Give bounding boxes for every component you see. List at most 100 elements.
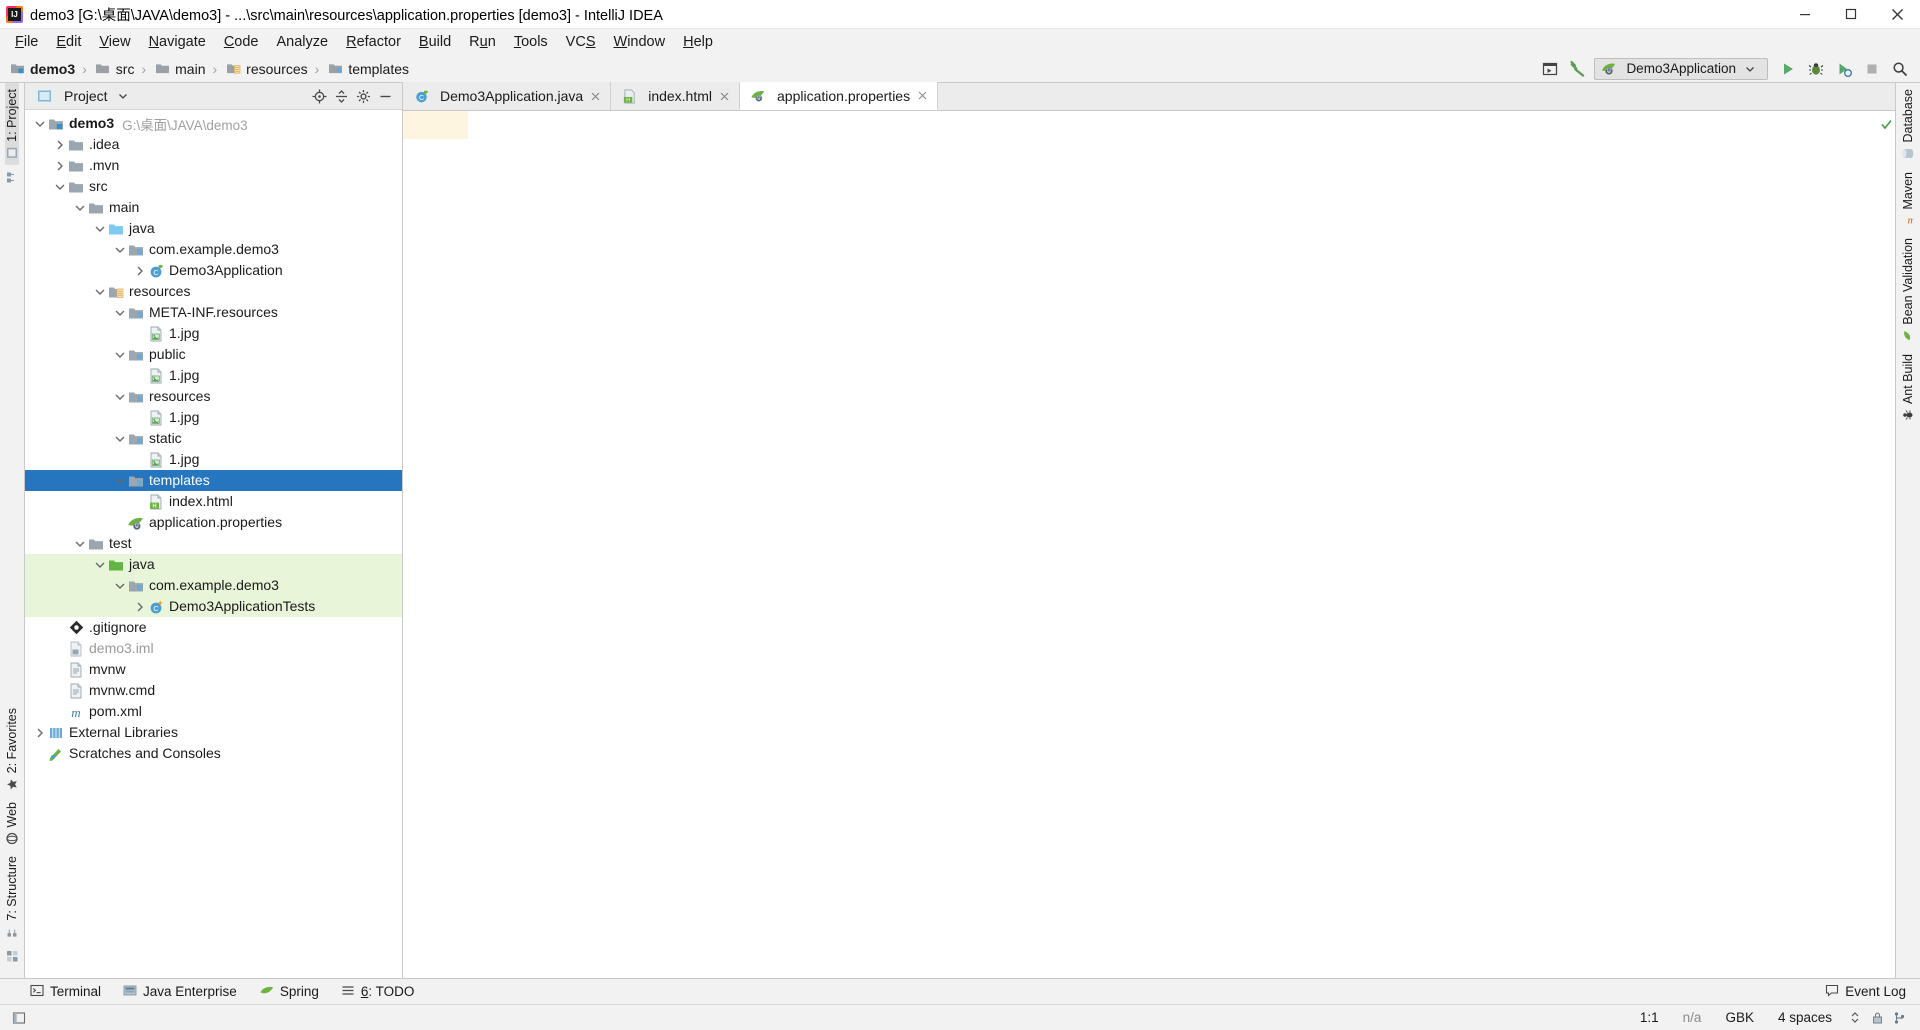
sidebar-item-favorites[interactable]: 2: Favorites xyxy=(5,702,19,796)
settings-gear-icon[interactable] xyxy=(352,85,374,107)
chevron-right-icon[interactable] xyxy=(133,260,147,281)
tree-node-scratches-and-consoles[interactable]: Scratches and Consoles xyxy=(25,743,402,764)
menu-build[interactable]: Build xyxy=(410,32,460,52)
scroll-from-source-icon[interactable] xyxy=(308,85,330,107)
chevron-down-icon[interactable] xyxy=(113,302,127,323)
tree-node-com-example-demo3[interactable]: com.example.demo3 xyxy=(25,575,402,596)
sidebar-item-project[interactable]: 1: Project xyxy=(5,83,19,165)
chevron-down-icon[interactable] xyxy=(114,86,132,107)
breadcrumb-item-templates[interactable]: templates xyxy=(326,58,409,79)
tree-node-mvn[interactable]: .mvn xyxy=(25,155,402,176)
chevron-right-icon[interactable] xyxy=(33,722,47,743)
sidebar-item-web[interactable]: Web xyxy=(5,796,19,850)
menu-edit[interactable]: Edit xyxy=(47,32,90,52)
sidebar-item-bean-validation[interactable]: Bean Validation xyxy=(1901,232,1915,348)
editor-gutter[interactable] xyxy=(403,111,469,978)
tree-node-java[interactable]: java xyxy=(25,554,402,575)
search-everywhere-icon[interactable] xyxy=(1888,58,1912,80)
file-encoding[interactable]: GBK xyxy=(1713,1010,1766,1025)
run-configuration-selector[interactable]: Demo3Application xyxy=(1594,57,1768,80)
menu-vcs[interactable]: VCS xyxy=(557,32,605,52)
close-x-icon[interactable] xyxy=(718,90,731,103)
tab-index-html[interactable]: H index.html xyxy=(611,82,741,110)
sidebar-item-maven[interactable]: m Maven xyxy=(1901,166,1916,233)
chevron-down-icon[interactable] xyxy=(113,239,127,260)
bottom-item-java-enterprise[interactable]: Java Enterprise xyxy=(123,984,237,1000)
tree-node-resources[interactable]: resources xyxy=(25,281,402,302)
menu-file[interactable]: File xyxy=(6,32,47,52)
hide-panel-icon[interactable] xyxy=(374,85,396,107)
chevron-down-icon[interactable] xyxy=(73,197,87,218)
chevron-down-icon[interactable] xyxy=(53,176,67,197)
chevron-down-icon[interactable] xyxy=(113,428,127,449)
tree-node-public[interactable]: public xyxy=(25,344,402,365)
stop-square-icon[interactable] xyxy=(1860,58,1884,80)
chevron-down-icon[interactable] xyxy=(73,533,87,554)
bottom-item-todo[interactable]: 6: TODO xyxy=(341,984,414,1000)
editor-text[interactable] xyxy=(469,111,1879,978)
chevron-right-icon[interactable] xyxy=(53,155,67,176)
tree-node-main[interactable]: main xyxy=(25,197,402,218)
tree-node-test[interactable]: test xyxy=(25,533,402,554)
menu-tools[interactable]: Tools xyxy=(505,32,557,52)
vcs-branch-icon[interactable] xyxy=(1888,1007,1910,1029)
hide-all-windows-icon[interactable] xyxy=(6,944,19,974)
run-with-coverage-icon[interactable] xyxy=(1832,58,1856,80)
menu-refactor[interactable]: Refactor xyxy=(337,32,410,52)
chevron-down-icon[interactable] xyxy=(113,386,127,407)
tab-application-properties[interactable]: application.properties xyxy=(740,82,939,110)
indent-setting[interactable]: 4 spaces xyxy=(1766,1010,1844,1025)
chevron-right-icon[interactable] xyxy=(53,134,67,155)
chevron-updown-icon[interactable] xyxy=(1844,1007,1866,1029)
structure-small-icon[interactable] xyxy=(6,165,19,195)
chevron-down-icon[interactable] xyxy=(33,113,47,134)
tree-node-1-jpg[interactable]: 1.jpg xyxy=(25,365,402,386)
event-log-button[interactable]: Event Log xyxy=(1825,984,1920,1000)
build-hammer-icon[interactable] xyxy=(1566,58,1590,80)
tree-node-demo3application[interactable]: C Demo3Application xyxy=(25,260,402,281)
close-x-icon[interactable] xyxy=(916,89,929,102)
tree-node-gitignore[interactable]: .gitignore xyxy=(25,617,402,638)
menu-help[interactable]: Help xyxy=(674,32,722,52)
caret-position[interactable]: 1:1 xyxy=(1628,1010,1671,1025)
tree-node-java[interactable]: java xyxy=(25,218,402,239)
tree-node-1-jpg[interactable]: 1.jpg xyxy=(25,323,402,344)
menu-code[interactable]: Code xyxy=(215,32,268,52)
toggle-toolbar-icon[interactable] xyxy=(8,1007,30,1029)
tab-demo3application-java[interactable]: C Demo3Application.java xyxy=(403,82,612,110)
chevron-down-icon[interactable] xyxy=(93,281,107,302)
run-green-arrow-icon[interactable] xyxy=(1776,58,1800,80)
editor-content-area[interactable] xyxy=(403,111,1895,978)
project-tree[interactable]: demo3 G:\桌面\JAVA\demo3 .idea .mvn src main jav… xyxy=(25,110,402,978)
tree-node-1-jpg[interactable]: 1.jpg xyxy=(25,407,402,428)
chevron-right-icon[interactable] xyxy=(133,596,147,617)
menu-window[interactable]: Window xyxy=(605,32,675,52)
tree-node-demo3-iml[interactable]: demo3.iml xyxy=(25,638,402,659)
sidebar-item-structure[interactable]: 7: Structure xyxy=(5,850,19,944)
tree-node-com-example-demo3[interactable]: com.example.demo3 xyxy=(25,239,402,260)
tree-node-application-properties[interactable]: application.properties xyxy=(25,512,402,533)
breadcrumb-item-main[interactable]: main xyxy=(153,58,206,79)
tree-node-demo3applicationtests[interactable]: C Demo3ApplicationTests xyxy=(25,596,402,617)
read-only-lock-icon[interactable] xyxy=(1866,1007,1888,1029)
tree-node-resources[interactable]: resources xyxy=(25,386,402,407)
breadcrumb-item-src[interactable]: src xyxy=(94,58,134,79)
chevron-down-icon[interactable] xyxy=(93,554,107,575)
menu-run[interactable]: Run xyxy=(460,32,505,52)
tree-node-mvnw-cmd[interactable]: mvnw.cmd xyxy=(25,680,402,701)
tree-node-pom-xml[interactable]: m pom.xml xyxy=(25,701,402,722)
menu-navigate[interactable]: Navigate xyxy=(140,32,215,52)
breadcrumb-item-resources[interactable]: resources xyxy=(224,58,308,79)
select-opened-file-icon[interactable] xyxy=(1538,58,1562,80)
chevron-down-icon[interactable] xyxy=(113,470,127,491)
chevron-down-icon[interactable] xyxy=(113,344,127,365)
editor-marker-bar[interactable] xyxy=(1879,111,1895,978)
sidebar-item-database[interactable]: Database xyxy=(1901,83,1915,166)
tree-node-static[interactable]: static xyxy=(25,428,402,449)
tree-node-templates[interactable]: templates xyxy=(25,470,402,491)
chevron-down-icon[interactable] xyxy=(113,575,127,596)
close-x-icon[interactable] xyxy=(589,90,602,103)
line-separator[interactable]: n/a xyxy=(1671,1010,1714,1025)
tree-node-src[interactable]: src xyxy=(25,176,402,197)
minimize-button[interactable] xyxy=(1782,0,1828,29)
